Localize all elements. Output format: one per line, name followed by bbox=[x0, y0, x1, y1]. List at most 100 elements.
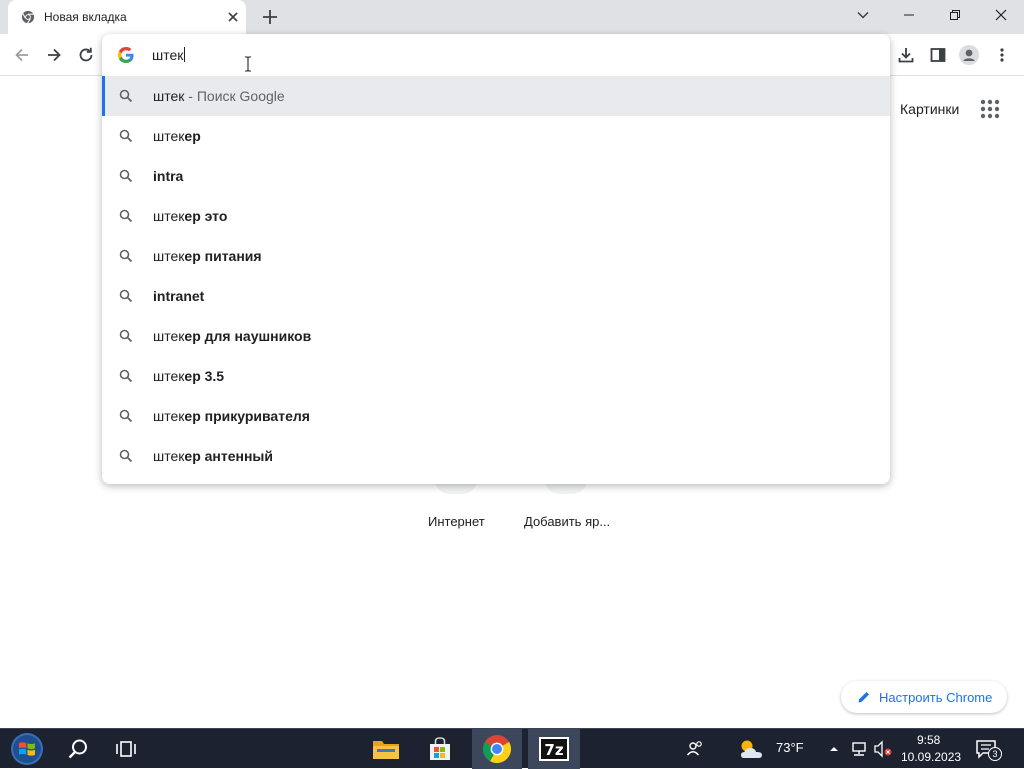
show-hidden-icons-button[interactable] bbox=[826, 729, 842, 769]
action-center-button[interactable]: 3 bbox=[966, 729, 1006, 769]
windows-taskbar: 7z 73°F 9:58 10.09.2023 3 bbox=[0, 728, 1024, 769]
menu-button[interactable] bbox=[991, 44, 1013, 66]
suggestion-typed: штек bbox=[153, 448, 185, 464]
people-icon bbox=[686, 741, 702, 756]
images-link[interactable]: Картинки bbox=[900, 101, 959, 117]
back-icon bbox=[15, 48, 28, 62]
suggestion-typed: штек bbox=[153, 208, 185, 224]
taskbar-file-explorer[interactable] bbox=[364, 729, 408, 769]
partly-cloudy-icon bbox=[741, 740, 762, 758]
shortcut-label[interactable]: Интернет bbox=[428, 514, 485, 529]
text-cursor-icon bbox=[245, 56, 251, 72]
search-icon bbox=[119, 249, 133, 263]
start-button[interactable] bbox=[4, 729, 50, 769]
address-input[interactable]: штек bbox=[152, 47, 186, 63]
volume-button[interactable] bbox=[872, 729, 894, 769]
google-apps-icon[interactable] bbox=[979, 98, 1001, 120]
search-icon bbox=[119, 409, 133, 423]
suggestion-item[interactable]: штекер bbox=[102, 116, 890, 156]
notification-count-badge: 3 bbox=[988, 747, 1002, 761]
windows-start-icon bbox=[11, 733, 43, 765]
reload-button[interactable] bbox=[75, 44, 97, 66]
minimize-icon bbox=[904, 14, 914, 16]
new-tab-icon[interactable] bbox=[260, 7, 280, 27]
suggestion-typed: штек bbox=[153, 368, 185, 384]
suggestion-item[interactable]: штек - Поиск Google bbox=[102, 76, 890, 116]
omnibox-dropdown: штек штек - Поиск Google штекер intra штеке… bbox=[102, 34, 890, 484]
weather-temp: 73°F bbox=[776, 740, 804, 755]
taskbar-microsoft-store[interactable] bbox=[418, 729, 462, 769]
task-view-icon bbox=[116, 741, 136, 757]
restore-button[interactable] bbox=[932, 0, 978, 30]
folder-icon bbox=[373, 741, 399, 759]
search-icon bbox=[119, 209, 133, 223]
restore-icon bbox=[950, 10, 960, 20]
suggestion-item[interactable]: штекер для наушников bbox=[102, 316, 890, 356]
svg-text:7z: 7z bbox=[544, 741, 563, 759]
forward-button[interactable] bbox=[43, 44, 65, 66]
suggestion-typed: штек bbox=[153, 408, 185, 424]
suggestion-item[interactable]: intranet bbox=[102, 276, 890, 316]
clock-date: 10.09.2023 bbox=[901, 750, 962, 764]
suggestion-text: intranet bbox=[153, 288, 204, 304]
network-icon bbox=[852, 742, 866, 756]
search-icon bbox=[119, 289, 133, 303]
tab-title: Новая вкладка bbox=[44, 10, 127, 24]
taskbar-people-button[interactable] bbox=[680, 729, 710, 769]
taskbar-chrome[interactable] bbox=[472, 729, 522, 769]
chevron-down-icon bbox=[857, 11, 869, 19]
suggestion-completion: ер 3.5 bbox=[184, 368, 225, 384]
google-g-icon bbox=[118, 47, 134, 63]
suggestion-item[interactable]: штекер питания bbox=[102, 236, 890, 276]
search-icon bbox=[68, 739, 87, 759]
suggestion-completion: ер антенный bbox=[184, 448, 273, 464]
suggestion-text: штекер питания bbox=[153, 248, 262, 264]
suggestion-item[interactable]: штекер антенный bbox=[102, 436, 890, 476]
suggestion-completion: ер bbox=[184, 128, 201, 144]
downloads-button[interactable] bbox=[895, 44, 917, 66]
chevron-up-icon bbox=[830, 747, 838, 751]
back-button[interactable] bbox=[11, 44, 33, 66]
search-icon bbox=[119, 89, 133, 103]
clock[interactable]: 9:58 10.09.2023 bbox=[898, 729, 962, 769]
text-caret bbox=[184, 47, 186, 62]
suggestion-item[interactable]: intra bbox=[102, 156, 890, 196]
close-window-button[interactable] bbox=[978, 0, 1024, 30]
suggestion-text: штекер антенный bbox=[153, 448, 273, 464]
suggestion-text: штекер прикуривателя bbox=[153, 408, 310, 424]
chrome-icon bbox=[21, 10, 35, 24]
shortcut-label[interactable]: Добавить яр... bbox=[524, 514, 610, 529]
customize-chrome-label: Настроить Chrome bbox=[879, 689, 993, 705]
suggestion-item[interactable]: штекер это bbox=[102, 196, 890, 236]
suggestion-item[interactable]: штекер 3.5 bbox=[102, 356, 890, 396]
suggestion-completion: ер это bbox=[184, 208, 228, 224]
customize-chrome-button[interactable]: Настроить Chrome bbox=[841, 681, 1007, 713]
kebab-menu-icon bbox=[1000, 48, 1004, 62]
taskbar-search-button[interactable] bbox=[56, 729, 100, 769]
taskbar-7zip[interactable]: 7z bbox=[528, 729, 580, 769]
side-panel-icon bbox=[930, 48, 946, 62]
suggestion-text: штекер для наушников bbox=[153, 328, 311, 344]
chrome-icon bbox=[483, 735, 511, 763]
suggestion-completion: ер для наушников bbox=[184, 328, 312, 344]
suggestion-typed: штек bbox=[153, 128, 185, 144]
suggestion-list: штек - Поиск Google штекер intra штекер это… bbox=[102, 76, 890, 476]
tab-search-button[interactable] bbox=[840, 0, 886, 30]
search-icon bbox=[119, 369, 133, 383]
network-button[interactable] bbox=[848, 729, 870, 769]
omnibox[interactable]: штек bbox=[102, 34, 890, 76]
profile-button[interactable] bbox=[958, 44, 980, 66]
weather-widget[interactable]: 73°F bbox=[738, 729, 810, 769]
side-panel-button[interactable] bbox=[927, 44, 949, 66]
suggestion-typed: штек bbox=[153, 88, 185, 104]
minimize-button[interactable] bbox=[886, 0, 932, 30]
suggestion-text: intra bbox=[153, 168, 183, 184]
suggestion-typed: штек bbox=[153, 328, 185, 344]
suggestion-completion: intranet bbox=[153, 288, 205, 304]
tab-new-tab[interactable]: Новая вкладка bbox=[8, 0, 246, 34]
close-tab-icon[interactable] bbox=[225, 9, 241, 25]
suggestion-typed: штек bbox=[153, 248, 185, 264]
7zip-icon: 7z bbox=[539, 737, 569, 761]
task-view-button[interactable] bbox=[104, 729, 148, 769]
suggestion-item[interactable]: штекер прикуривателя bbox=[102, 396, 890, 436]
